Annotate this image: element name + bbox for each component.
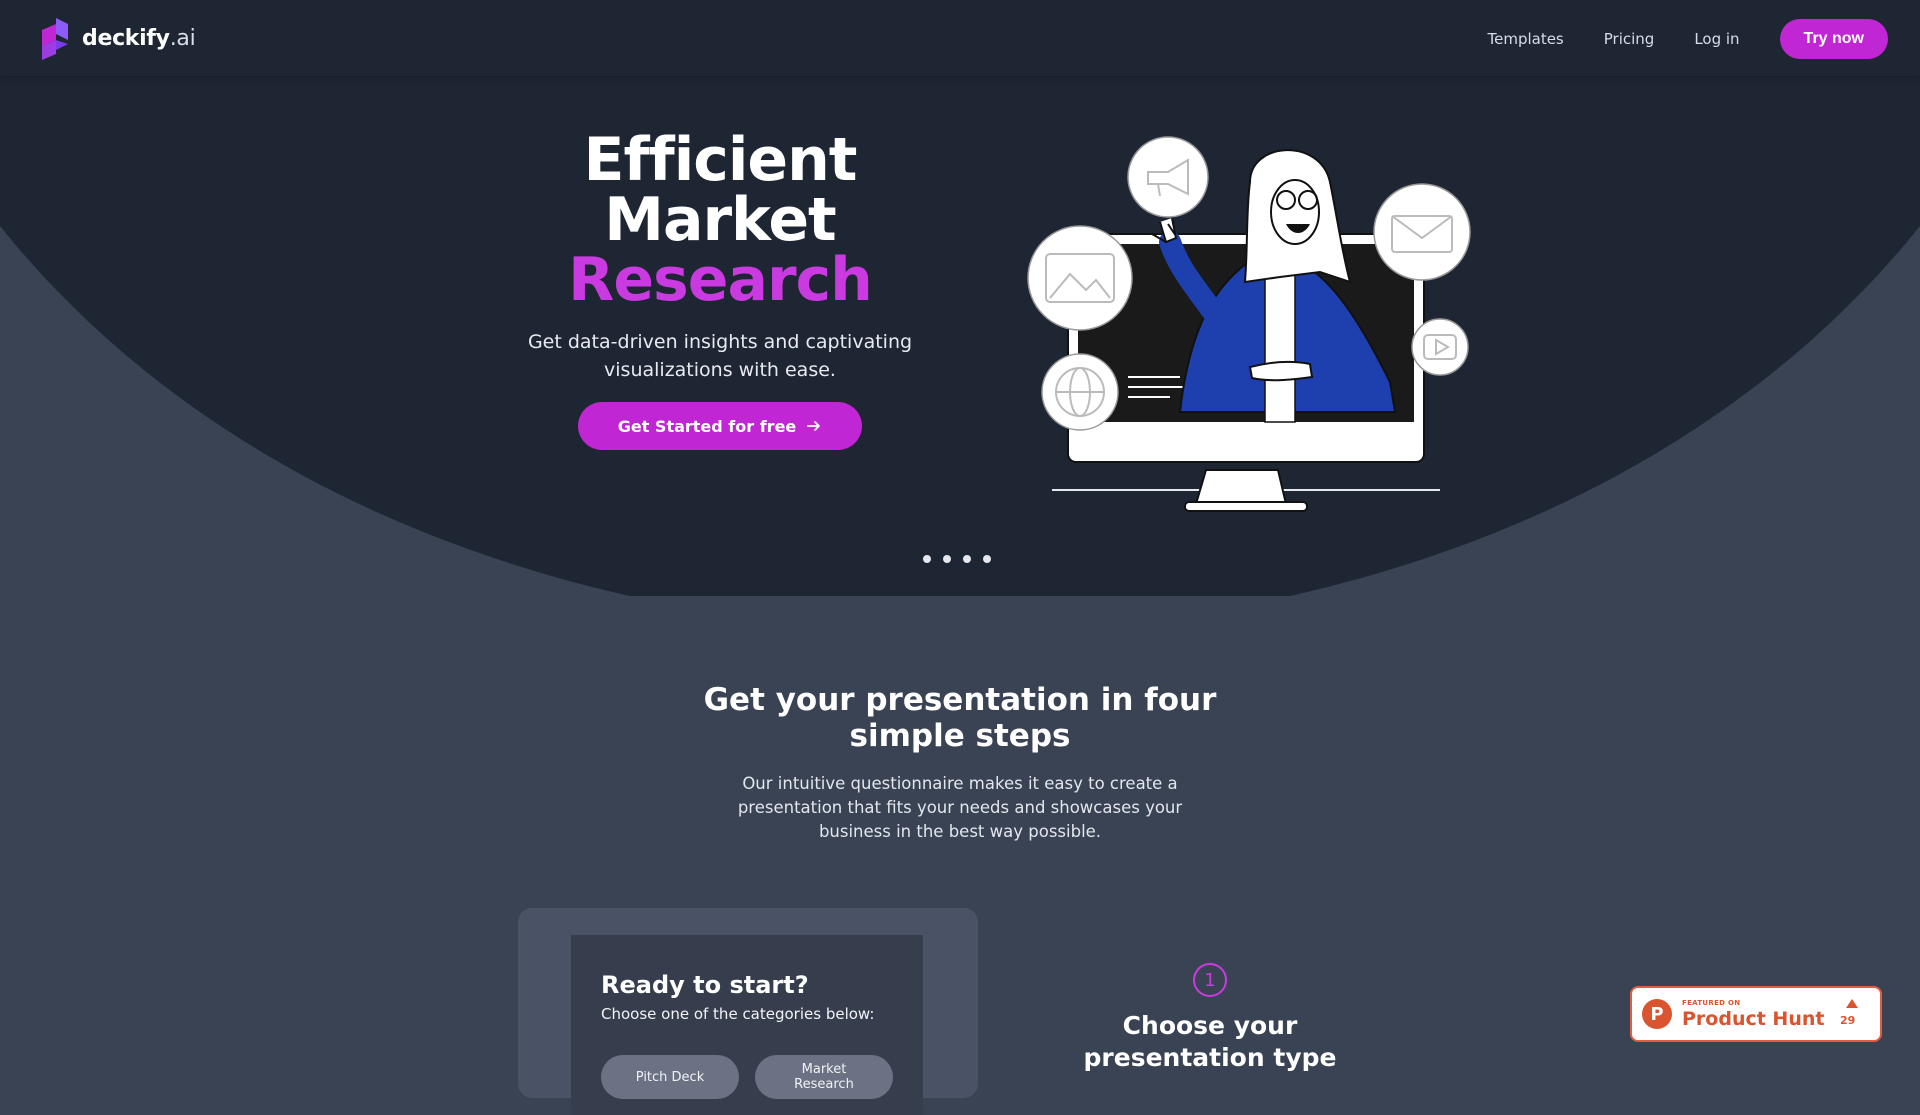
- try-now-button[interactable]: Try now: [1779, 19, 1888, 59]
- site-header: deckify.ai Templates Pricing Log in Try …: [0, 0, 1920, 76]
- card-title: Ready to start?: [601, 971, 809, 999]
- step-title: Choose your presentation type: [1083, 1011, 1337, 1072]
- product-hunt-icon: P: [1642, 999, 1672, 1029]
- arrow-right-icon: [807, 421, 821, 431]
- nav-login-link[interactable]: Log in: [1694, 30, 1739, 48]
- carousel-dot-3[interactable]: [963, 555, 971, 563]
- step-preview-card: Ready to start? Choose one of the catego…: [518, 908, 978, 1115]
- carousel-dot-4[interactable]: [983, 555, 991, 563]
- hero-copy: Efficient Market Research Get data-drive…: [500, 130, 940, 450]
- upvote-triangle-icon: [1846, 999, 1858, 1008]
- carousel-dot-1[interactable]: [923, 555, 931, 563]
- product-hunt-label: Product Hunt: [1682, 1008, 1825, 1030]
- questionnaire-preview: Ready to start? Choose one of the catego…: [571, 935, 923, 1115]
- megaphone-bubble: [1127, 136, 1209, 218]
- brand-name: deckify.ai: [82, 25, 196, 51]
- hero-title: Efficient Market Research: [500, 130, 940, 310]
- card-subtitle: Choose one of the categories below:: [601, 1005, 875, 1023]
- hero-subtitle: Get data-driven insights and captivating…: [527, 331, 913, 381]
- step-number-badge: 1: [1193, 963, 1227, 997]
- hero-carousel-dots: [923, 555, 991, 563]
- deckify-logo-icon: [42, 18, 68, 60]
- get-started-label: Get Started for free: [617, 416, 797, 436]
- hero-background: [0, 76, 1920, 596]
- nav-templates-link[interactable]: Templates: [1487, 30, 1563, 48]
- hero-title-line2: Market: [604, 185, 836, 255]
- hero-title-accent: Research: [568, 245, 873, 315]
- hero-title-line1: Efficient: [583, 125, 858, 195]
- upvote-count: 29: [1840, 1014, 1856, 1027]
- brand-logo[interactable]: deckify.ai: [40, 16, 196, 60]
- main-nav: Templates Pricing Log in Try now: [1487, 19, 1888, 59]
- nav-pricing-link[interactable]: Pricing: [1604, 30, 1655, 48]
- category-chip-market-research[interactable]: Market Research: [755, 1055, 893, 1099]
- get-started-button[interactable]: Get Started for free: [577, 402, 863, 450]
- product-hunt-badge[interactable]: P FEATURED ON Product Hunt 29: [1630, 986, 1882, 1042]
- hero-illustration: [1027, 136, 1471, 512]
- steps-title: Get your presentation in four simple ste…: [703, 682, 1217, 754]
- steps-subtitle: Our intuitive questionnaire makes it eas…: [737, 774, 1183, 841]
- carousel-dot-2[interactable]: [943, 555, 951, 563]
- category-chip-pitch-deck[interactable]: Pitch Deck: [601, 1055, 739, 1099]
- product-hunt-featured-label: FEATURED ON: [1682, 999, 1741, 1007]
